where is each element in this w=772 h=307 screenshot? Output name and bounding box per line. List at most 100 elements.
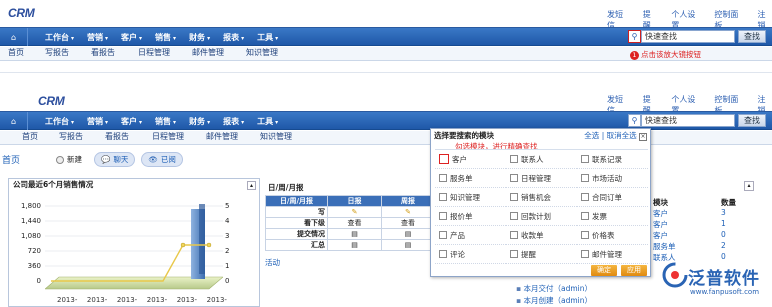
subnav-view-report[interactable]: 看报告 [91,47,138,60]
apply-button[interactable]: 应用 [621,265,647,276]
eye-icon: 👁 [148,155,158,164]
clear-all-link[interactable]: 取消全选 [607,131,637,140]
activity-link[interactable]: 活动 [265,257,435,268]
collapse-icon[interactable]: ▴ [744,181,754,191]
chat-tab[interactable]: 💬 聊天 [94,152,136,167]
module-checkbox[interactable]: 合同订单 [577,188,648,207]
subnav-schedule[interactable]: 日程管理 [138,47,192,60]
menu-finance[interactable]: 财务 ▾ [189,116,210,127]
view-link[interactable]: 查看 [327,217,382,229]
page-title: 首页 [2,156,21,166]
subnav-home[interactable]: 首页 [22,131,59,144]
menu-finance[interactable]: 财务 ▾ [189,32,210,43]
subnav-mail[interactable]: 邮件管理 [206,131,260,144]
module-checkbox[interactable]: 日程管理 [506,169,577,188]
table-row[interactable]: 服务单 2 [653,241,753,252]
quick-search-input[interactable]: 快速查找 [641,30,735,43]
close-icon[interactable]: × [639,133,647,141]
annotation-text: 点击该放大镜按钮 [641,50,701,59]
dialog-title: 选择要搜索的模块 [434,131,494,140]
module-grid: 客户 联系人 联系记录 服务单 日程管理 市场活动 知识管理 销售机会 合同订单… [435,149,648,264]
module-checkbox[interactable]: 市场活动 [577,169,648,188]
module-checkbox[interactable]: 联系人 [506,150,577,169]
subnav-knowledge[interactable]: 知识管理 [260,131,292,144]
confirm-button[interactable]: 确定 [591,265,617,276]
watermark-text: 泛普软件 [688,269,760,289]
pencil-icon[interactable]: ✎ [381,206,435,218]
module-checkbox[interactable]: 发票 [577,207,648,226]
module-checkbox[interactable]: 报价单 [435,207,506,226]
sales-panel: 公司最近6个月销售情况 ▴ 1,800 1,440 1,080 720 360 … [8,178,260,307]
list-icon[interactable]: ▤ [381,228,435,240]
subnav-write-report[interactable]: 写报告 [45,47,91,60]
menu-marketing[interactable]: 营销 ▾ [87,116,108,127]
stats-header: 模块 [653,198,668,207]
subnav-view-report[interactable]: 看报告 [105,131,152,144]
subnav-knowledge[interactable]: 知识管理 [246,47,278,60]
menu-customer[interactable]: 客户 ▾ [121,32,142,43]
table-row[interactable]: 客户 3 [653,208,753,219]
table-row[interactable]: 客户 0 [653,230,753,241]
sales-panel-title: 公司最近6个月销售情况 ▴ [9,179,259,192]
select-all-link[interactable]: 全选 [584,131,599,140]
list-item[interactable]: ▪ 本月创建（admin） [516,295,592,307]
annotation-1: 1 点击该放大镜按钮 [630,49,701,60]
menu-sales[interactable]: 销售 ▾ [155,32,176,43]
list-icon[interactable]: ▤ [327,239,382,251]
bar-6-side [199,204,205,274]
subnav-write-report[interactable]: 写报告 [59,131,105,144]
subnav-home[interactable]: 首页 [8,47,45,60]
row-label: 汇总 [265,239,328,251]
menu-tools[interactable]: 工具 ▾ [257,116,278,127]
menu-tools[interactable]: 工具 ▾ [257,32,278,43]
module-checkbox[interactable]: 服务单 [435,169,506,188]
right-axis: 5 4 3 2 1 0 [225,202,230,285]
module-checkbox[interactable]: 回款计划 [506,207,577,226]
pencil-icon[interactable]: ✎ [327,206,382,218]
view-link[interactable]: 查看 [381,217,435,229]
trend-line [51,244,209,282]
new-tab[interactable]: 新建 [50,153,88,166]
subnav-mail[interactable]: 邮件管理 [192,47,246,60]
search-button[interactable]: 查找 [738,114,766,127]
list-icon[interactable]: ▤ [381,239,435,251]
module-checkbox[interactable]: 客户 [435,150,506,169]
home-icon[interactable]: ⌂ [0,28,28,46]
chat-icon: 💬 [101,155,111,164]
sub-nav-2: 首页 写报告 看报告 日程管理 邮件管理 知识管理 [0,131,772,145]
module-checkbox[interactable]: 邮件管理 [577,245,648,264]
radio-icon [56,155,65,164]
module-checkbox[interactable]: 收款单 [506,226,577,245]
menu-reports[interactable]: 报表 ▾ [223,32,244,43]
menu-workbench[interactable]: 工作台 ▾ [45,32,74,43]
menu-marketing[interactable]: 营销 ▾ [87,32,108,43]
col-header: 日报 [327,195,382,207]
magnifier-icon[interactable]: ⚲ [628,114,641,127]
x-axis-labels: 2013- 2013- 2013- 2013- 2013- 2013- [57,296,227,304]
menu-workbench[interactable]: 工作台 ▾ [45,116,74,127]
quick-search-input[interactable]: 快速查找 [641,114,735,127]
magnifier-icon[interactable]: ⚲ [628,30,641,43]
subnav-schedule[interactable]: 日程管理 [152,131,206,144]
crm-logo-2: CRM [38,94,65,108]
module-checkbox[interactable]: 提醒 [506,245,577,264]
menu-customer[interactable]: 客户 ▾ [121,116,142,127]
module-checkbox[interactable]: 知识管理 [435,188,506,207]
module-checkbox[interactable]: 销售机会 [506,188,577,207]
module-select-dialog: 选择要搜索的模块 全选 | 取消全选 × 勾选模块，进行精确查找 客户 联系人 … [430,128,651,277]
main-nav: ⌂ 工作台 ▾ 营销 ▾ 客户 ▾ 销售 ▾ 财务 ▾ 报表 ▾ 工具 ▾ ⚲ 快速查找 查找 [0,27,772,46]
read-tab[interactable]: 👁 已阅 [141,152,183,167]
module-checkbox[interactable]: 价格表 [577,226,648,245]
menu-reports[interactable]: 报表 ▾ [223,116,244,127]
menu-sales[interactable]: 销售 ▾ [155,116,176,127]
table-row[interactable]: 客户 1 [653,219,753,230]
collapse-icon[interactable]: ▴ [247,181,256,190]
news-list: ▪ 本月交付（admin） ▪ 本月创建（admin） [516,283,592,307]
list-icon[interactable]: ▤ [327,228,382,240]
module-checkbox[interactable]: 评论 [435,245,506,264]
module-checkbox[interactable]: 联系记录 [577,150,648,169]
list-item[interactable]: ▪ 本月交付（admin） [516,283,592,295]
search-button[interactable]: 查找 [738,30,766,43]
home-icon[interactable]: ⌂ [0,112,28,130]
module-checkbox[interactable]: 产品 [435,226,506,245]
